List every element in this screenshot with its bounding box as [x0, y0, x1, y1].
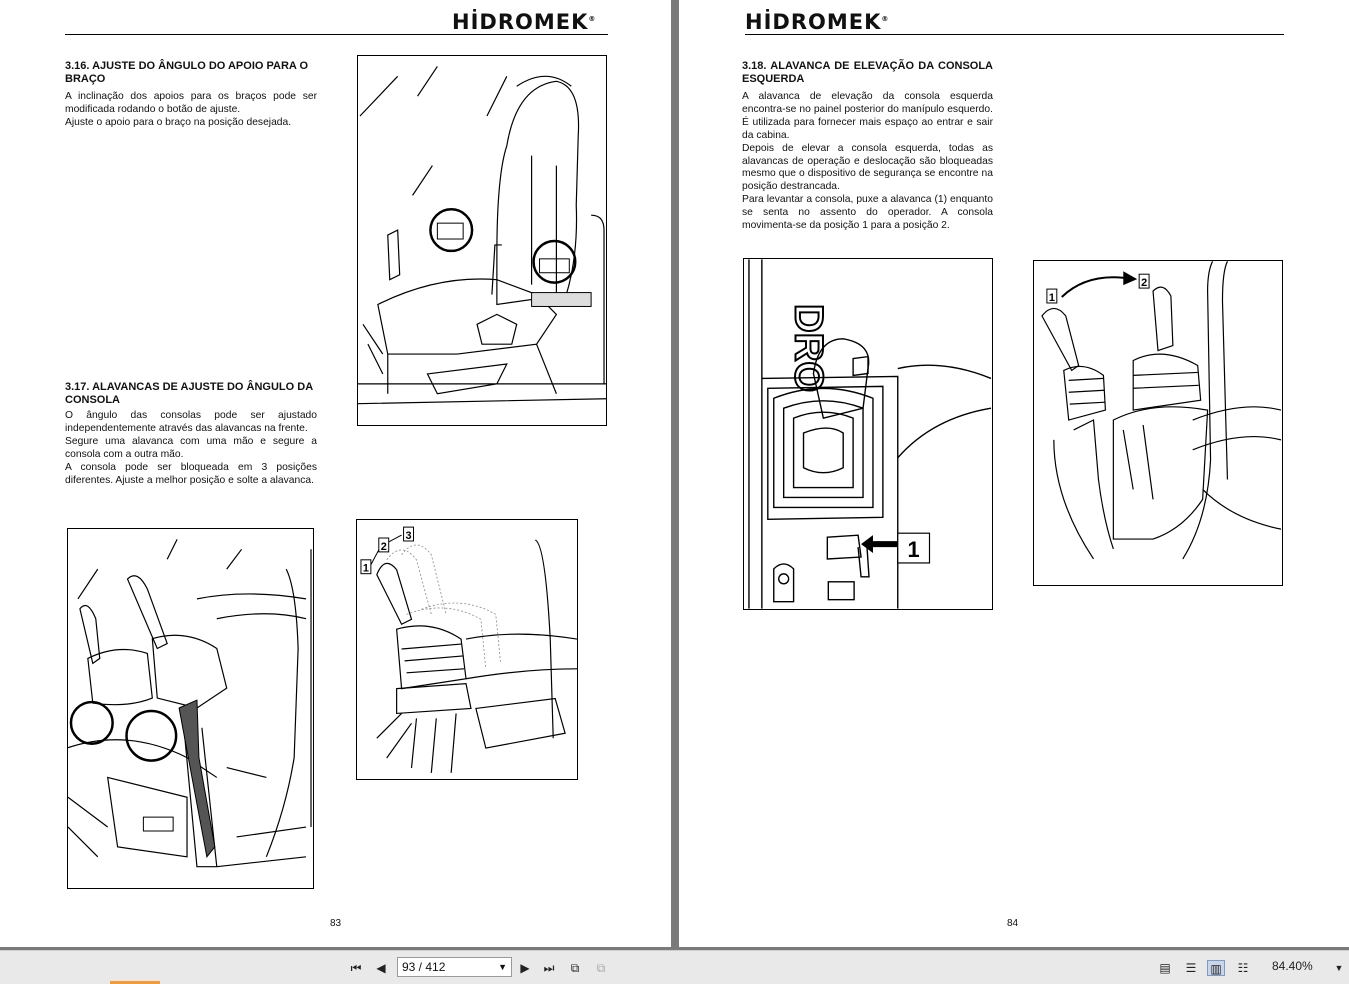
figure-console-raise: 1 2	[1033, 260, 1283, 586]
section-title-3-17: 3.17. ALAVANCAS DE AJUSTE DO ÂNGULO DA C…	[65, 381, 313, 406]
page-83: HİDROMEK® 3.16. AJUSTE DO ÂNGULO DO APOI…	[0, 0, 671, 947]
rotate-page-icon[interactable]: ⧉	[566, 960, 584, 976]
section-title-3-16: 3.16. AJUSTE DO ÂNGULO DO APOIO PARA O B…	[65, 60, 309, 85]
two-page-continuous-view-icon[interactable]: ☷	[1234, 960, 1252, 976]
section-body-3-17: O ângulo das consolas pode ser ajustado …	[65, 410, 317, 487]
figure-console-positions: 1 2 3	[356, 519, 578, 780]
paragraph: A consola pode ser bloqueada em 3 posiçõ…	[65, 461, 317, 486]
last-page-icon[interactable]: ⏭	[540, 960, 558, 976]
lever-callout-1: 1	[908, 537, 920, 562]
page-number: 84	[1007, 918, 1019, 929]
fit-page-icon[interactable]: ⧉	[592, 960, 610, 976]
position-callout-1: 1	[1049, 292, 1055, 304]
viewer-toolbar: ⏮ ◀ ▶ ⏭ ⧉ ⧉ ▤ ☰ ▥ ☷ ▼	[0, 950, 1349, 984]
single-page-view-icon[interactable]: ▤	[1156, 960, 1174, 976]
console-levers-drawing	[68, 539, 312, 868]
next-page-icon[interactable]: ▶	[516, 960, 534, 976]
section-body-3-16: A inclinação dos apoios para os braços p…	[65, 91, 317, 130]
section-body-3-18: A alavanca de elevação da consola esquer…	[742, 91, 993, 233]
brand-logo: HİDROMEK®	[452, 10, 597, 34]
paragraph: O ângulo das consolas pode ser ajustado …	[65, 410, 317, 434]
paragraph: Depois de elevar a consola esquerda, tod…	[742, 142, 993, 193]
paragraph: A alavanca de elevação da consola esquer…	[742, 91, 993, 141]
continuous-view-icon[interactable]: ☰	[1182, 960, 1200, 976]
header-rule	[65, 34, 608, 35]
zoom-level[interactable]: 84.40%	[1272, 959, 1313, 973]
first-page-icon[interactable]: ⏮	[347, 960, 365, 976]
lift-lever-drawing: DRO 1	[748, 259, 992, 609]
position-label-2: 2	[381, 541, 387, 553]
paragraph: Para levantar a consola, puxe a alavanca…	[742, 194, 993, 232]
zoom-dropdown-icon[interactable]: ▼	[1330, 960, 1348, 976]
position-label-1: 1	[363, 563, 369, 575]
paragraph: Segure uma alavanca com uma mão e segure…	[65, 435, 317, 460]
paragraph: A inclinação dos apoios para os braços p…	[65, 91, 317, 115]
position-label-3: 3	[406, 530, 412, 542]
console-positions-drawing: 1 2 3	[360, 526, 577, 773]
figure-armrest-adjust	[357, 55, 607, 426]
machine-lettering: DRO	[787, 304, 831, 392]
section-title-3-18: 3.18. ALAVANCA DE ELEVAÇÃO DA CONSOLA ES…	[742, 60, 993, 85]
chevron-down-icon[interactable]: ▼	[498, 958, 507, 976]
armrest-drawing	[358, 66, 606, 405]
console-raise-drawing: 1 2	[1041, 261, 1282, 560]
paragraph: Ajuste o apoio para o braço na posição d…	[65, 116, 292, 128]
figure-lift-lever: DRO 1	[743, 258, 993, 610]
brand-logo: HİDROMEK®	[745, 10, 890, 34]
position-callout-2: 2	[1141, 277, 1147, 289]
header-rule	[745, 34, 1284, 35]
page-84: HİDROMEK® 3.18. ALAVANCA DE ELEVAÇÃO DA …	[679, 0, 1349, 947]
document-viewport[interactable]: HİDROMEK® 3.16. AJUSTE DO ÂNGULO DO APOI…	[0, 0, 1349, 950]
two-page-view-icon[interactable]: ▥	[1207, 960, 1225, 976]
figure-console-levers	[67, 528, 314, 889]
page-number-input[interactable]: 93 / 412 ▼	[397, 957, 512, 977]
page-number: 83	[330, 918, 342, 929]
previous-page-icon[interactable]: ◀	[372, 960, 390, 976]
